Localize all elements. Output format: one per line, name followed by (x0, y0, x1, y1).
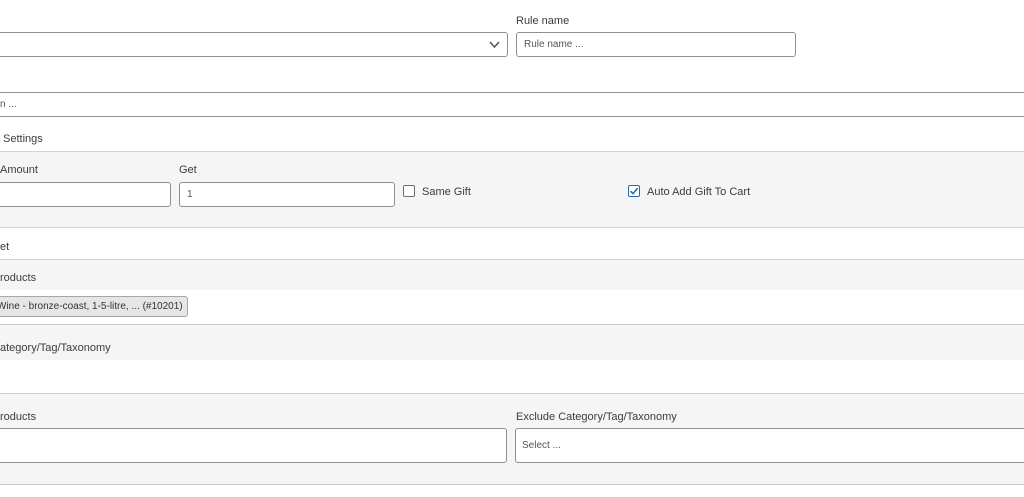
products-header-band (0, 259, 1024, 291)
rule-name-placeholder: Rule name ... (524, 39, 584, 50)
same-gift-label: Same Gift (422, 186, 471, 198)
amount-input[interactable] (0, 182, 171, 207)
exclude-products-select[interactable] (0, 428, 507, 463)
description-placeholder: n ... (0, 99, 17, 110)
get-input[interactable]: 1 (179, 182, 395, 207)
settings-header: Settings (3, 133, 43, 145)
products-label: roducts (0, 272, 37, 284)
selected-product-label: Wine - bronze-coast, 1-5-litre, ... (#10… (0, 301, 183, 312)
exclude-category-placeholder: Select ... (522, 440, 561, 451)
chevron-down-icon (489, 40, 500, 49)
category-label: ategory/Tag/Taxonomy (0, 342, 111, 354)
description-input[interactable]: n ... (0, 92, 1024, 117)
exclude-category-select[interactable]: Select ... (515, 428, 1024, 463)
category-header-band (0, 325, 1024, 361)
exclude-category-label: Exclude Category/Tag/Taxonomy (516, 411, 677, 423)
amount-label: Amount (0, 164, 38, 176)
exclude-products-label: roducts (0, 411, 37, 423)
target-header: et (0, 241, 10, 253)
auto-add-label: Auto Add Gift To Cart (647, 186, 751, 198)
get-value: 1 (187, 189, 193, 200)
get-label: Get (179, 164, 197, 176)
selected-product-chip[interactable]: Wine - bronze-coast, 1-5-litre, ... (#10… (0, 296, 188, 317)
rule-name-input[interactable]: Rule name ... (516, 32, 796, 57)
rule-name-label: Rule name (516, 15, 570, 27)
auto-add-checkbox[interactable] (628, 185, 640, 197)
type-select[interactable] (0, 32, 508, 57)
checkmark-icon (629, 186, 639, 196)
same-gift-checkbox[interactable] (403, 185, 415, 197)
category-select[interactable] (0, 360, 1024, 394)
